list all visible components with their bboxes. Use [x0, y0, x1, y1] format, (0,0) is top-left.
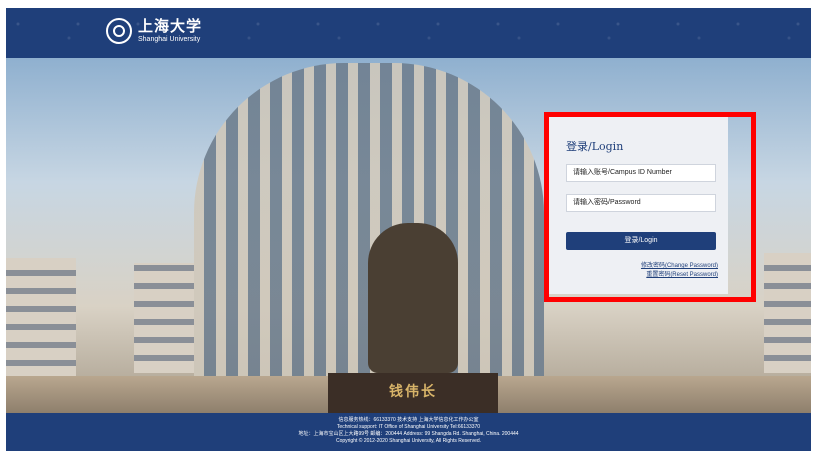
top-header: 上海大学 Shanghai University [6, 8, 811, 58]
login-title: 登录/Login [566, 140, 624, 153]
page-footer: 信息服务热线：66133370 技术支持 上海大学信息化工作办公室 Techni… [6, 413, 811, 451]
login-panel: 登录/Login 请输入账号/Campus ID Number 请输入密码/Pa… [546, 114, 728, 294]
logo-chinese-name: 上海大学 [138, 17, 203, 35]
left-building-2 [134, 263, 194, 373]
login-button[interactable]: 登录/Login [566, 232, 716, 250]
university-logo[interactable]: 上海大学 Shanghai University [106, 18, 202, 44]
logo-english-name: Shanghai University [138, 36, 201, 43]
reset-password-link[interactable]: 重置密码(Reset Password) [646, 269, 718, 278]
password-input[interactable]: 请输入密码/Password [566, 194, 716, 212]
change-password-link[interactable]: 修改密码(Change Password) [641, 260, 718, 269]
footer-line-1: 信息服务热线：66133370 技术支持 上海大学信息化工作办公室 [338, 417, 479, 423]
seated-statue [368, 223, 458, 373]
pedestal-inscription: 钱伟长 [389, 384, 437, 400]
statue-pedestal: 钱伟长 [328, 373, 498, 413]
footer-line-3: 地址：上海市宝山区上大路99号 邮编：200444 Address: 99 Sh… [298, 431, 519, 437]
footer-line-4: Copyright © 2012-2020 Shanghai Universit… [335, 438, 482, 444]
campus-id-input[interactable]: 请输入账号/Campus ID Number [566, 164, 716, 182]
right-building [764, 253, 811, 373]
seal-icon [106, 18, 132, 44]
logo-text: 上海大学 Shanghai University [138, 17, 203, 44]
footer-line-2: Technical support: IT Office of Shanghai… [336, 424, 481, 430]
page-frame: 上海大学 Shanghai University 钱伟长 信息服务热线：6613… [6, 8, 811, 451]
left-building [6, 258, 76, 378]
